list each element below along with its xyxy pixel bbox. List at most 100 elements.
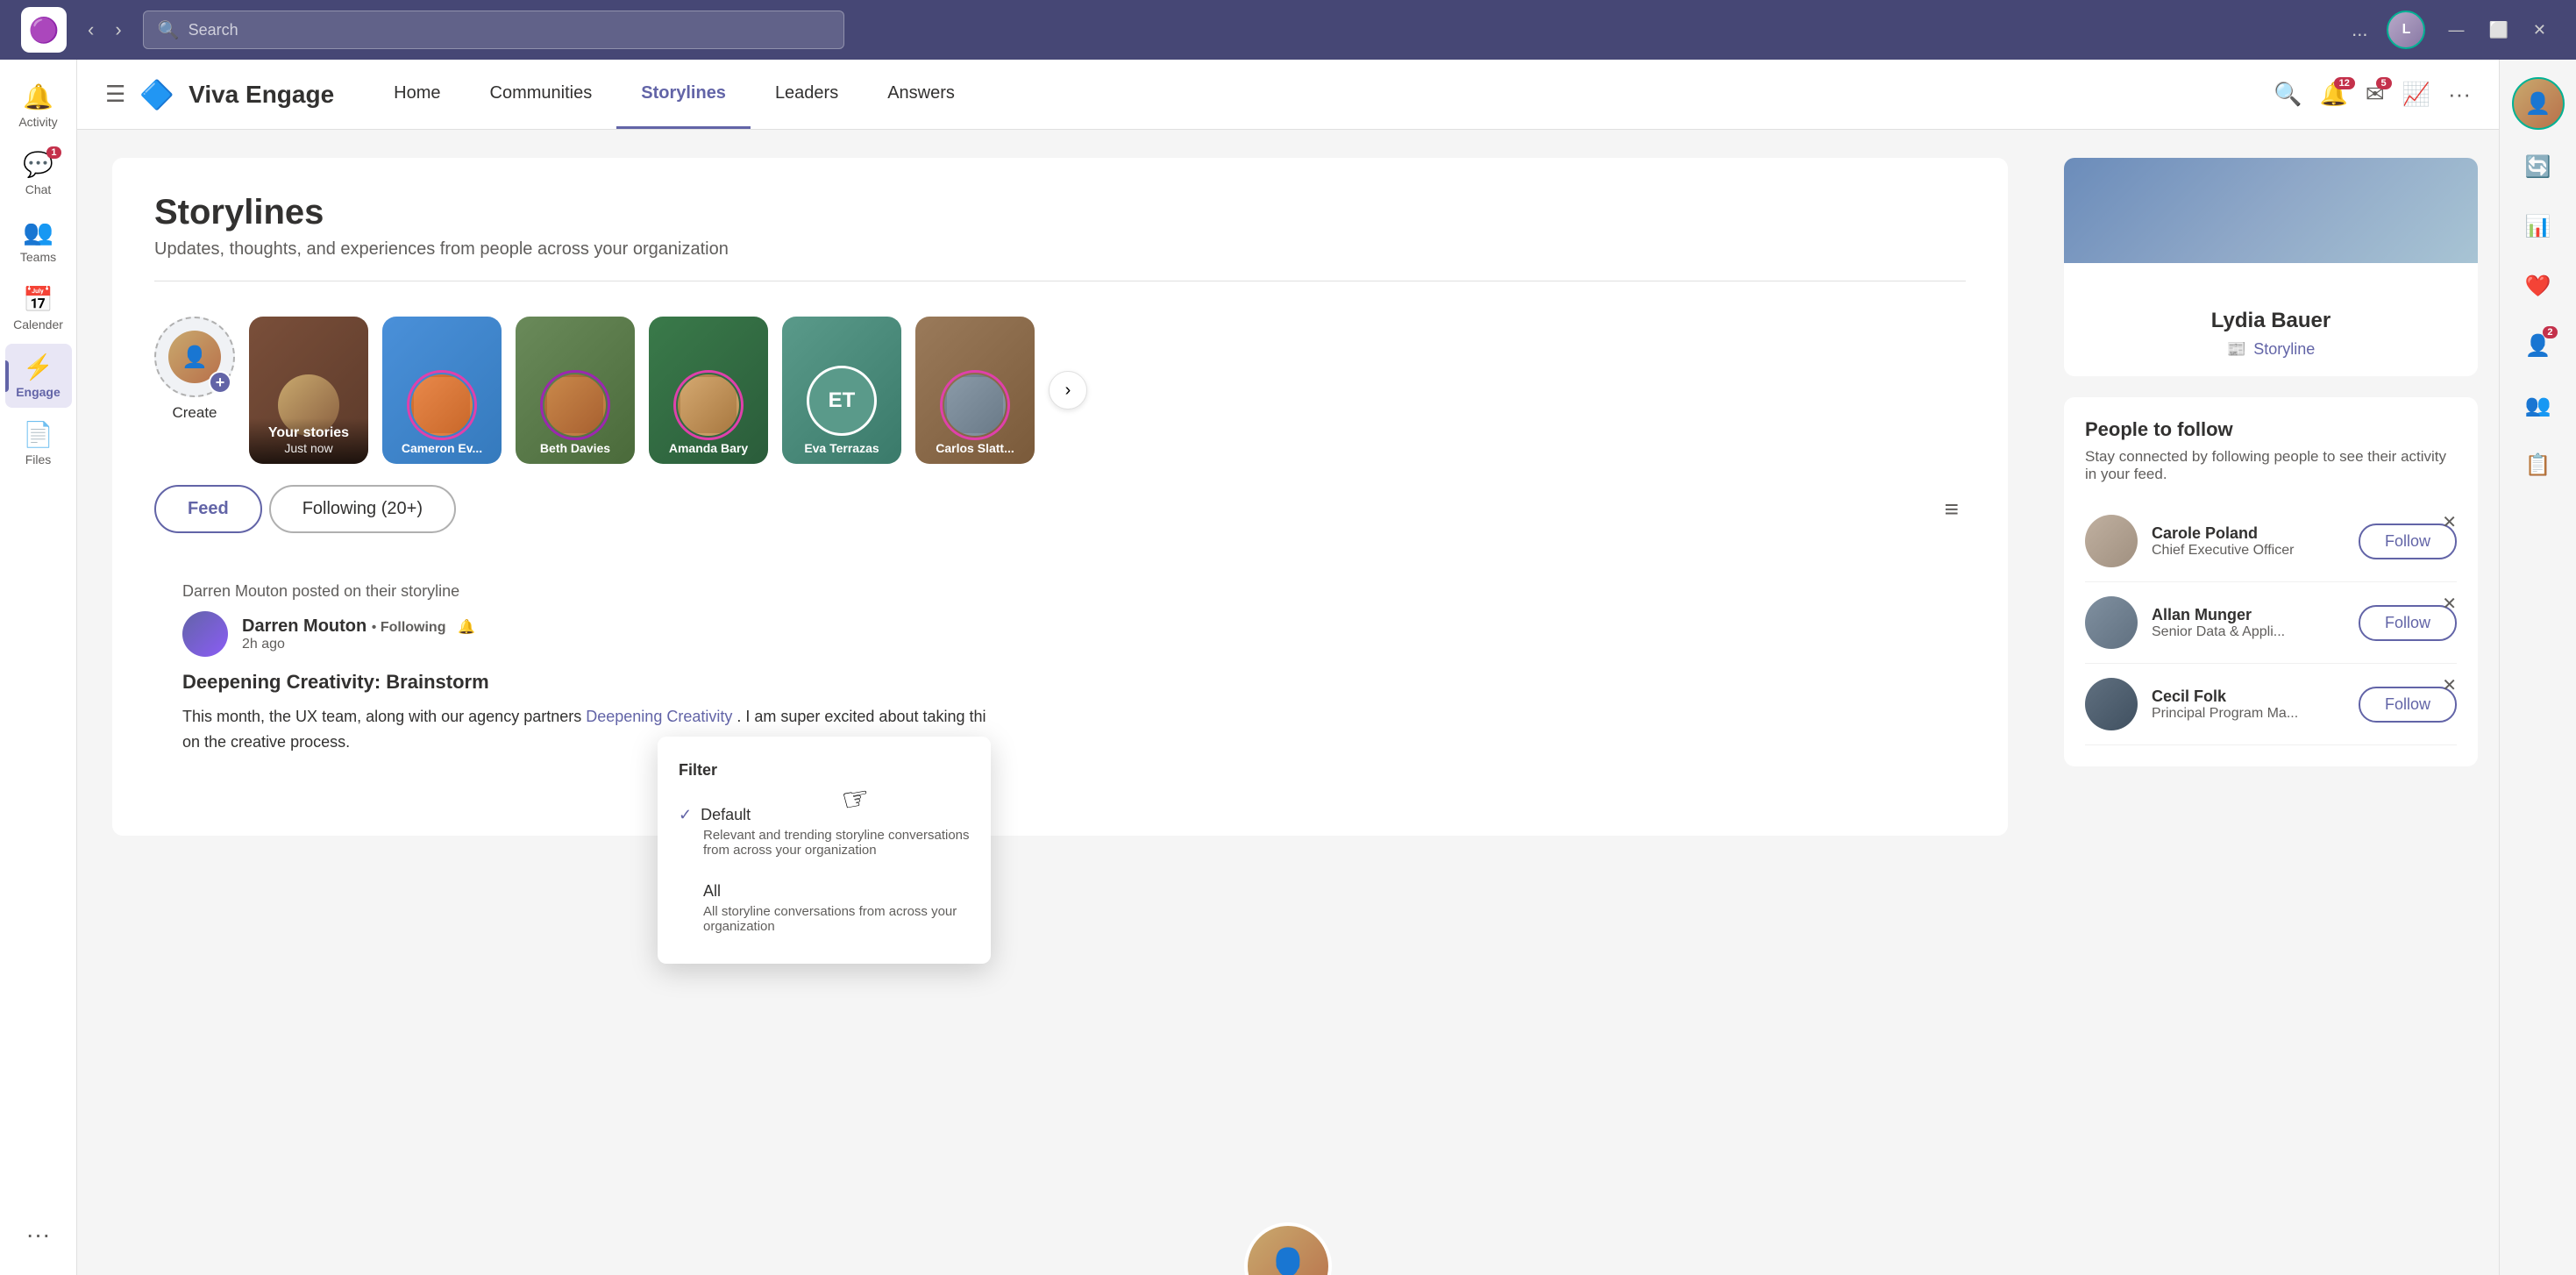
story-item-your-stories[interactable]: Your stories Just now — [249, 317, 368, 464]
carole-avatar — [2085, 515, 2138, 567]
story-item-beth[interactable]: Beth Davies — [516, 317, 635, 464]
messages-icon[interactable]: ✉5 — [2366, 81, 2385, 108]
nav-communities[interactable]: Communities — [466, 60, 617, 129]
right-sidebar-icon-3[interactable]: ❤️ — [2516, 263, 2561, 309]
story-label-eva: Eva Terrazas — [804, 441, 879, 455]
forward-button[interactable]: › — [108, 11, 128, 48]
story-list: 👤 + Create Your stor — [154, 310, 1966, 471]
search-input[interactable] — [189, 21, 829, 39]
create-story-item[interactable]: 👤 + Create — [154, 317, 235, 422]
files-icon: 📄 — [23, 420, 53, 449]
story-wrapper-amanda: Amanda Bary — [649, 317, 768, 464]
profile-card-body: Lydia Bauer 📰 Storyline — [2064, 263, 2478, 376]
allan-title: Senior Data & Appli... — [2152, 624, 2345, 640]
story-wrapper-beth: Beth Davies — [516, 317, 635, 464]
sidebar-item-teams[interactable]: 👥 Teams — [5, 209, 72, 273]
filter-dropdown: Filter ✓ Default Relevant and trending s… — [658, 737, 991, 964]
sidebar-more-button[interactable]: ··· — [5, 1212, 72, 1257]
right-sidebar-avatar[interactable]: 👤 — [2512, 77, 2565, 130]
right-sidebar-icon-6[interactable]: 📋 — [2516, 442, 2561, 488]
filter-title: Filter — [658, 754, 991, 794]
sidebar-item-engage[interactable]: ⚡ Engage — [5, 344, 72, 408]
search-icon[interactable]: 🔍 — [2274, 81, 2302, 108]
top-nav-links: Home Communities Storylines Leaders Answ… — [369, 60, 2266, 129]
post-username: Darren Mouton • Following 🔔 — [242, 616, 1938, 637]
create-plus-icon: + — [209, 371, 231, 394]
storyline-link-label: Storyline — [2253, 340, 2315, 359]
create-story-label: Create — [172, 404, 217, 422]
story-item-amanda[interactable]: Amanda Bary — [649, 317, 768, 464]
nav-storylines[interactable]: Storylines — [616, 60, 751, 129]
feed-tabs: Feed Following (20+) ≡ — [154, 485, 1966, 533]
post-header: Darren Mouton posted on their storyline — [182, 582, 1938, 601]
analytics-icon[interactable]: 📈 — [2402, 81, 2430, 108]
user-avatar[interactable]: L — [2387, 11, 2425, 49]
person-card-cecil: Cecil Folk Principal Program Ma... Follo… — [2085, 664, 2457, 745]
viva-engage-logo-icon: 🔷 — [139, 78, 174, 111]
right-sidebar-icon-5[interactable]: 👥 — [2516, 382, 2561, 428]
sidebar-item-files[interactable]: 📄 Files — [5, 411, 72, 475]
minimize-button[interactable]: — — [2439, 16, 2473, 45]
right-sidebar-icon-1[interactable]: 🔄 — [2516, 144, 2561, 189]
close-button[interactable]: ✕ — [2524, 16, 2555, 45]
page-header: Storylines Updates, thoughts, and experi… — [154, 193, 1966, 281]
topnav-more-icon[interactable]: ··· — [2448, 81, 2471, 108]
nav-answers[interactable]: Answers — [863, 60, 979, 129]
back-button[interactable]: ‹ — [81, 11, 101, 48]
nav-home[interactable]: Home — [369, 60, 465, 129]
create-story-circle: 👤 + — [154, 317, 235, 397]
filter-option-default-desc: Relevant and trending storyline conversa… — [679, 828, 970, 858]
page-header-section: Storylines Updates, thoughts, and experi… — [112, 158, 2008, 836]
teams-icon: 👥 — [23, 217, 53, 246]
story-item-carlos[interactable]: Carlos Slatt... — [915, 317, 1035, 464]
sidebar-item-activity[interactable]: 🔔 Activity — [5, 74, 72, 138]
hamburger-button[interactable]: ☰ — [105, 81, 125, 108]
global-search-bar[interactable]: 🔍 — [143, 11, 844, 49]
cecil-avatar — [2085, 678, 2138, 730]
sidebar-item-chat[interactable]: 1 💬 Chat — [5, 141, 72, 205]
maximize-button[interactable]: ⬜ — [2480, 16, 2516, 45]
right-sidebar-icon-4[interactable]: 👤 2 — [2516, 323, 2561, 368]
person-card-carole: Carole Poland Chief Executive Officer Fo… — [2085, 501, 2457, 582]
story-label-amanda: Amanda Bary — [669, 441, 748, 455]
notifications-icon[interactable]: 🔔12 — [2319, 81, 2347, 108]
people-to-follow-section: People to follow Stay connected by follo… — [2064, 397, 2478, 766]
post-body: This month, the UX team, along with our … — [182, 704, 1938, 755]
right-sidebar-icon-2[interactable]: 📊 — [2516, 203, 2561, 249]
feed-section: Feed Following (20+) ≡ Darren Mouton pos… — [154, 485, 1966, 783]
feed-filter-button[interactable]: ≡ — [1938, 488, 1966, 531]
post-link[interactable]: Deepening Creativity — [586, 708, 732, 725]
people-section-desc: Stay connected by following people to se… — [2085, 448, 2457, 483]
app-name: Viva Engage — [189, 81, 334, 109]
eva-initials: ET — [829, 388, 856, 413]
nav-controls: ‹ › — [81, 11, 129, 48]
feed-tab-feed[interactable]: Feed — [154, 485, 262, 533]
people-section-title: People to follow — [2085, 418, 2457, 441]
feed-tab-following[interactable]: Following (20+) — [269, 485, 456, 533]
story-wrapper-carlos: Carlos Slatt... — [915, 317, 1035, 464]
filter-option-all-label: All — [679, 882, 970, 901]
titlebar-more-button[interactable]: ... — [2346, 13, 2373, 46]
story-nav-next-button[interactable]: › — [1049, 371, 1087, 410]
dismiss-allan-button[interactable]: ✕ — [2442, 593, 2457, 615]
carole-info: Carole Poland Chief Executive Officer — [2152, 524, 2345, 559]
filter-option-default[interactable]: ✓ Default Relevant and trending storylin… — [658, 794, 991, 870]
cecil-name: Cecil Folk — [2152, 687, 2345, 706]
filter-option-all[interactable]: All All storyline conversations from acr… — [658, 870, 991, 946]
story-item-cameron[interactable]: Cameron Ev... — [382, 317, 502, 464]
post-meta: 2h ago — [242, 637, 1938, 652]
post-title: Deepening Creativity: Brainstorm — [182, 671, 1938, 694]
sidebar-item-calendar[interactable]: 📅 Calender — [5, 276, 72, 340]
post-user-info: Darren Mouton • Following 🔔 2h ago — [242, 616, 1938, 652]
notifications-badge: 12 — [2334, 77, 2355, 89]
dismiss-cecil-button[interactable]: ✕ — [2442, 674, 2457, 696]
top-nav: ☰ 🔷 Viva Engage Home Communities Storyli… — [77, 60, 2499, 130]
profile-storyline-link[interactable]: 📰 Storyline — [2081, 340, 2460, 359]
nav-leaders[interactable]: Leaders — [751, 60, 863, 129]
story-wrapper-your-stories: Your stories Just now — [249, 317, 368, 464]
story-item-eva[interactable]: ET Eva Terrazas — [782, 317, 901, 464]
dismiss-carole-button[interactable]: ✕ — [2442, 511, 2457, 533]
story-label-beth: Beth Davies — [540, 441, 610, 455]
profile-name: Lydia Bauer — [2081, 309, 2460, 333]
filter-default-check: ✓ — [679, 806, 692, 824]
